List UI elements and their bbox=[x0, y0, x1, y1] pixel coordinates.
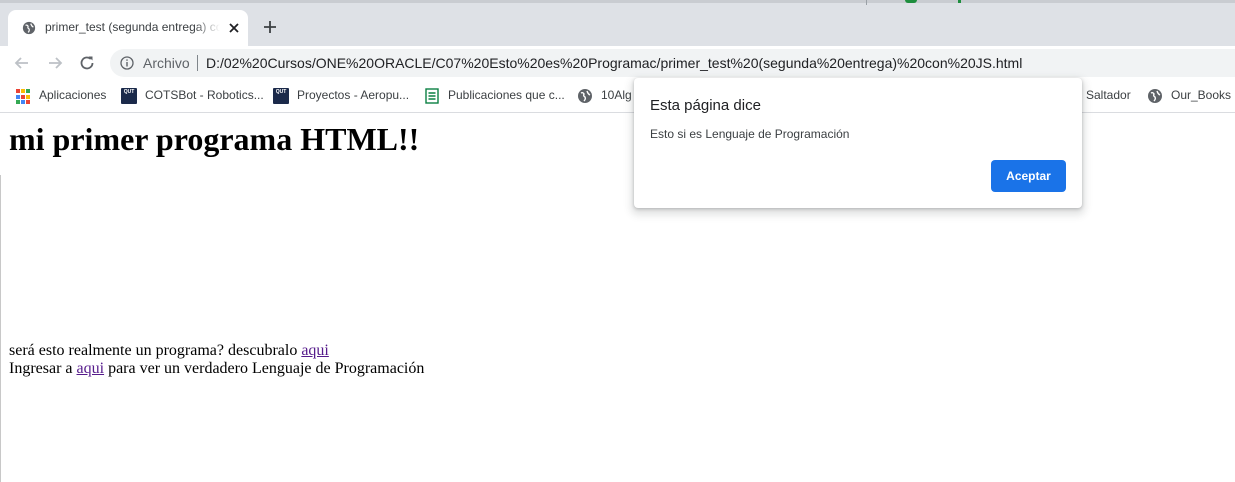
bookmark-label: Aplicaciones bbox=[39, 88, 107, 102]
accept-button[interactable]: Aceptar bbox=[991, 160, 1066, 192]
close-tab-icon[interactable] bbox=[226, 20, 242, 36]
ingresar-line: Ingresar a aqui para ver un verdadero Le… bbox=[9, 360, 424, 378]
tab-strip: primer_test (segunda entrega) con JS bbox=[0, 0, 1235, 46]
qut-icon: QUT bbox=[121, 88, 137, 104]
ingresar-text-before: Ingresar a bbox=[9, 360, 77, 377]
dialog-message: Esto si es Lenguaje de Programación bbox=[650, 127, 850, 141]
document-icon bbox=[425, 88, 439, 104]
window-control-divider bbox=[866, 0, 867, 5]
aqui-link-1[interactable]: aqui bbox=[301, 342, 329, 359]
info-icon[interactable] bbox=[120, 56, 134, 70]
bookmark-label: 10Alg bbox=[601, 88, 632, 102]
reload-icon[interactable] bbox=[78, 54, 96, 72]
dialog-title: Esta página dice bbox=[650, 97, 761, 114]
browser-tab[interactable]: primer_test (segunda entrega) con JS bbox=[8, 10, 248, 46]
url-scheme-label: Archivo bbox=[143, 55, 190, 71]
globe-icon bbox=[22, 21, 36, 35]
forward-arrow-icon[interactable] bbox=[46, 54, 64, 72]
address-bar[interactable]: Archivo D:/02%20Cursos/ONE%20ORACLE/C07%… bbox=[110, 49, 1235, 77]
alert-dialog: Esta página dice Esto si es Lenguaje de … bbox=[634, 78, 1082, 208]
extension-indicator-dot bbox=[958, 0, 961, 3]
apps-grid-icon bbox=[15, 88, 33, 106]
bookmark-label: Proyectos - Aeropu... bbox=[297, 88, 410, 102]
back-arrow-icon[interactable] bbox=[13, 54, 31, 72]
new-tab-icon[interactable] bbox=[261, 18, 279, 36]
url-separator bbox=[197, 55, 198, 71]
bookmark-label: Publicaciones que c... bbox=[448, 88, 565, 102]
window-top-border bbox=[0, 0, 1235, 3]
question-text: será esto realmente un programa? descubr… bbox=[9, 342, 302, 359]
browser-toolbar: Archivo D:/02%20Cursos/ONE%20ORACLE/C07%… bbox=[0, 46, 1235, 80]
qut-icon: QUT bbox=[273, 88, 289, 104]
page-heading: mi primer programa HTML!! bbox=[9, 121, 420, 157]
globe-icon bbox=[578, 89, 592, 103]
ingresar-text-after: para ver un verdadero Lenguaje de Progra… bbox=[104, 360, 425, 377]
tab-title: primer_test (segunda entrega) con JS bbox=[45, 20, 220, 34]
globe-icon bbox=[1148, 89, 1162, 103]
bookmark-label: Saltador bbox=[1086, 88, 1131, 102]
question-line: será esto realmente un programa? descubr… bbox=[9, 342, 329, 360]
extension-indicator bbox=[905, 0, 917, 3]
bookmark-label: COTSBot - Robotics... bbox=[145, 88, 264, 102]
url-text[interactable]: D:/02%20Cursos/ONE%20ORACLE/C07%20Esto%2… bbox=[206, 55, 1022, 71]
bookmark-label: Our_Books bbox=[1171, 88, 1232, 102]
page-left-edge bbox=[0, 175, 1, 482]
aqui-link-2[interactable]: aqui bbox=[77, 360, 105, 377]
